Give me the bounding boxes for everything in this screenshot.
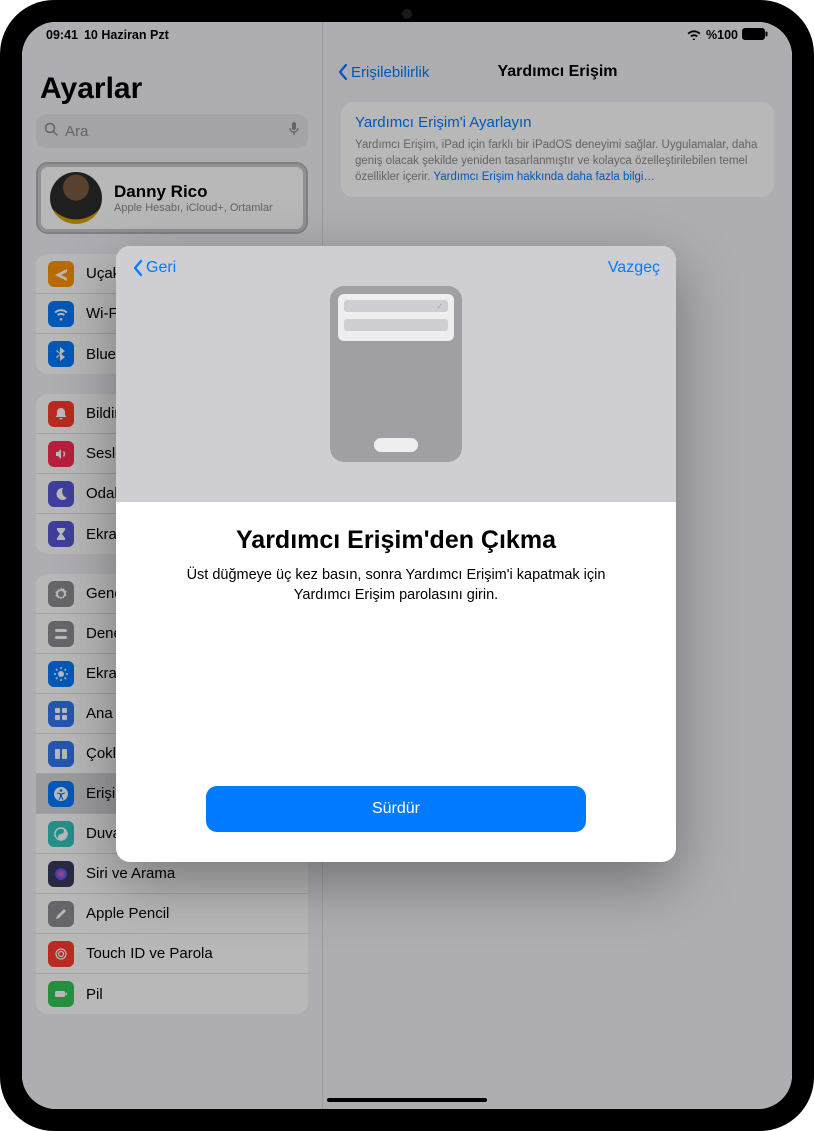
assistive-access-modal: Geri Vazgeç ✓ Yardımcı Erişim'den Çıkma … [116,246,676,862]
home-indicator[interactable] [327,1098,487,1103]
screen: 09:41 10 Haziran Pzt %100 Ayarlar [22,22,792,1109]
modal-back-button[interactable]: Geri [132,259,176,277]
device-illustration: ✓ [330,286,462,462]
continue-button[interactable]: Sürdür [206,786,586,832]
modal-title: Yardımcı Erişim'den Çıkma [156,526,636,555]
ipad-frame: 09:41 10 Haziran Pzt %100 Ayarlar [0,0,814,1131]
front-camera [402,9,412,19]
modal-cancel-button[interactable]: Vazgeç [608,259,660,277]
modal-back-label: Geri [146,259,176,277]
modal-description: Üst düğmeye üç kez basın, sonra Yardımcı… [156,565,636,606]
modal-hero: Geri Vazgeç ✓ [116,246,676,502]
